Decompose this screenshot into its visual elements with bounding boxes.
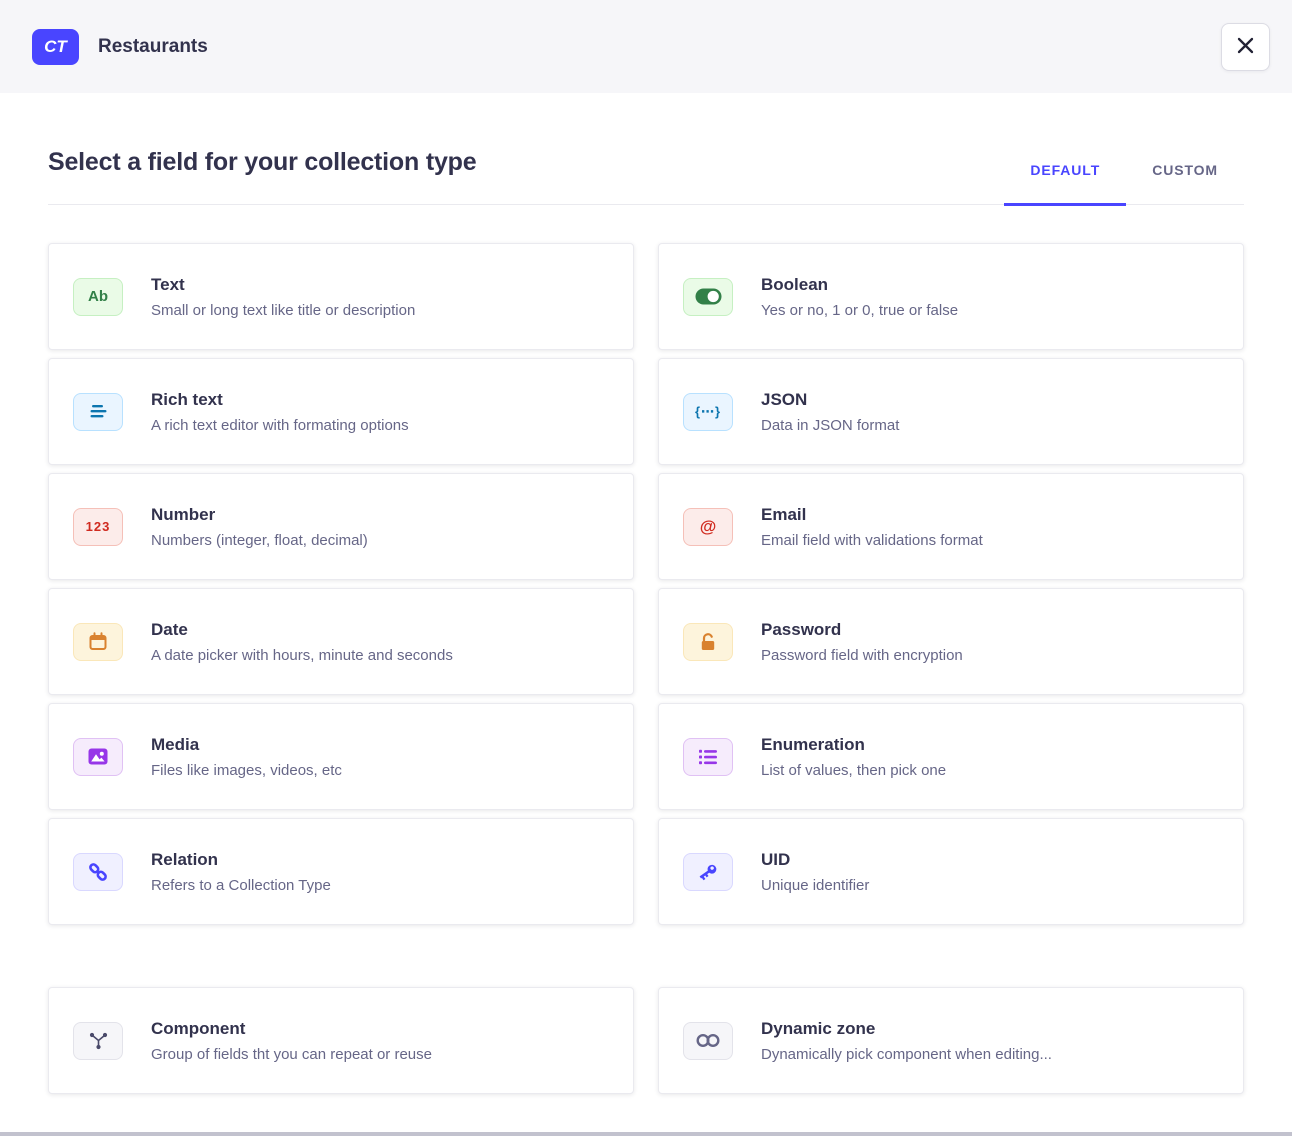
field-card-email[interactable]: @ Email Email field with validations for… bbox=[658, 473, 1244, 580]
field-description: Yes or no, 1 or 0, true or false bbox=[761, 302, 958, 319]
field-title: JSON bbox=[761, 390, 899, 410]
lock-icon bbox=[683, 623, 733, 661]
field-title: Enumeration bbox=[761, 735, 946, 755]
field-description: Refers to a Collection Type bbox=[151, 877, 331, 894]
collection-title: Restaurants bbox=[98, 36, 208, 58]
chain-link-icon bbox=[73, 853, 123, 891]
field-card-text[interactable]: Ab Text Small or long text like title or… bbox=[48, 243, 634, 350]
modal-header: CT Restaurants bbox=[0, 0, 1292, 93]
field-description: Password field with encryption bbox=[761, 647, 963, 664]
close-icon bbox=[1236, 36, 1255, 58]
collection-type-badge: CT bbox=[32, 29, 79, 65]
field-description: A date picker with hours, minute and sec… bbox=[151, 647, 453, 664]
toggle-on-icon bbox=[683, 278, 733, 316]
field-title: Relation bbox=[151, 850, 331, 870]
field-card-enumeration[interactable]: Enumeration List of values, then pick on… bbox=[658, 703, 1244, 810]
field-description: Group of fields tht you can repeat or re… bbox=[151, 1046, 432, 1063]
field-description: Unique identifier bbox=[761, 877, 869, 894]
field-card-relation[interactable]: Relation Refers to a Collection Type bbox=[48, 818, 634, 925]
nodes-icon bbox=[73, 1022, 123, 1060]
calendar-icon bbox=[73, 623, 123, 661]
footer-divider bbox=[0, 1132, 1292, 1136]
advanced-cards-grid: Component Group of fields tht you can re… bbox=[48, 987, 1244, 1094]
page-title: Select a field for your collection type bbox=[48, 148, 476, 177]
field-title: UID bbox=[761, 850, 869, 870]
field-description: A rich text editor with formating option… bbox=[151, 417, 409, 434]
close-button[interactable] bbox=[1221, 23, 1270, 71]
field-card-component[interactable]: Component Group of fields tht you can re… bbox=[48, 987, 634, 1094]
field-title: Number bbox=[151, 505, 368, 525]
bullet-list-icon bbox=[683, 738, 733, 776]
field-title: Component bbox=[151, 1019, 432, 1039]
field-card-boolean[interactable]: Boolean Yes or no, 1 or 0, true or false bbox=[658, 243, 1244, 350]
field-description: Dynamically pick component when editing.… bbox=[761, 1046, 1052, 1063]
field-title: Date bbox=[151, 620, 453, 640]
title-row: Select a field for your collection type … bbox=[48, 148, 1244, 205]
123-icon: 123 bbox=[73, 508, 123, 546]
ab-letters-icon: Ab bbox=[73, 278, 123, 316]
field-description: Data in JSON format bbox=[761, 417, 899, 434]
field-description: Small or long text like title or descrip… bbox=[151, 302, 415, 319]
field-description: Numbers (integer, float, decimal) bbox=[151, 532, 368, 549]
field-title: Text bbox=[151, 275, 415, 295]
field-title: Media bbox=[151, 735, 342, 755]
tab-default[interactable]: DEFAULT bbox=[1004, 162, 1126, 206]
at-sign-icon: @ bbox=[683, 508, 733, 546]
field-card-media[interactable]: Media Files like images, videos, etc bbox=[48, 703, 634, 810]
field-card-json[interactable]: {⋯} JSON Data in JSON format bbox=[658, 358, 1244, 465]
field-card-date[interactable]: Date A date picker with hours, minute an… bbox=[48, 588, 634, 695]
field-title: Boolean bbox=[761, 275, 958, 295]
infinity-icon bbox=[683, 1022, 733, 1060]
field-description: Files like images, videos, etc bbox=[151, 762, 342, 779]
field-title: Email bbox=[761, 505, 983, 525]
field-card-number[interactable]: 123 Number Numbers (integer, float, deci… bbox=[48, 473, 634, 580]
align-left-icon bbox=[73, 393, 123, 431]
tab-custom[interactable]: CUSTOM bbox=[1126, 162, 1244, 206]
field-title: Password bbox=[761, 620, 963, 640]
curly-braces-icon: {⋯} bbox=[683, 393, 733, 431]
field-title: Rich text bbox=[151, 390, 409, 410]
field-card-uid[interactable]: UID Unique identifier bbox=[658, 818, 1244, 925]
field-card-dynamic-zone[interactable]: Dynamic zone Dynamically pick component … bbox=[658, 987, 1244, 1094]
picture-icon bbox=[73, 738, 123, 776]
tab-bar: DEFAULT CUSTOM bbox=[1004, 162, 1244, 206]
modal-body: Select a field for your collection type … bbox=[0, 148, 1292, 1094]
field-description: List of values, then pick one bbox=[761, 762, 946, 779]
field-cards-grid: Ab Text Small or long text like title or… bbox=[48, 243, 1244, 925]
key-icon bbox=[683, 853, 733, 891]
field-card-rich-text[interactable]: Rich text A rich text editor with format… bbox=[48, 358, 634, 465]
field-card-password[interactable]: Password Password field with encryption bbox=[658, 588, 1244, 695]
field-title: Dynamic zone bbox=[761, 1019, 1052, 1039]
field-description: Email field with validations format bbox=[761, 532, 983, 549]
